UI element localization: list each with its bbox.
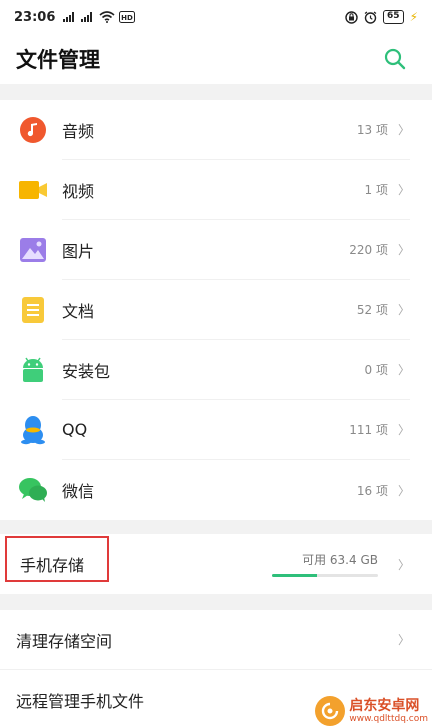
search-button[interactable]	[380, 44, 410, 74]
highlight-box	[5, 536, 109, 582]
status-right: 65 ⚡	[345, 10, 418, 24]
image-icon	[18, 235, 48, 265]
page-title: 文件管理	[16, 48, 100, 72]
category-label: 音频	[62, 121, 95, 141]
category-label: 微信	[62, 482, 95, 501]
alarm-icon	[364, 11, 377, 24]
storage-usage-bar	[271, 574, 378, 577]
category-count: 1 项	[364, 183, 388, 197]
hd-icon: HD	[119, 11, 136, 23]
storage-info: 可用 63.4 GB	[271, 551, 378, 577]
storage-free-text: 可用 63.4 GB	[302, 553, 378, 567]
chevron-right-icon: 〉	[397, 423, 410, 437]
category-wechat[interactable]: 微信 16 项 〉	[0, 460, 432, 520]
signal-indicators: HD	[63, 11, 136, 23]
category-list: 音频 13 项 〉 视频 1 项 〉 图片 220 项 〉 文档 52 项 〉 …	[0, 100, 432, 520]
category-qq[interactable]: QQ 111 项 〉	[0, 400, 432, 460]
signal-icon	[63, 12, 75, 22]
category-label: 视频	[62, 181, 95, 201]
category-video[interactable]: 视频 1 项 〉	[0, 160, 432, 220]
chevron-right-icon: 〉	[397, 363, 410, 377]
app-header: 文件管理	[0, 34, 432, 84]
category-count: 111 项	[349, 423, 388, 437]
wechat-icon	[18, 475, 48, 505]
watermark-logo-icon	[315, 696, 346, 726]
category-label: 图片	[62, 241, 95, 261]
chevron-right-icon: 〉	[397, 483, 410, 498]
clean-storage-row[interactable]: 清理存储空间 〉	[0, 610, 432, 670]
category-count: 13 项	[356, 123, 388, 137]
category-packages[interactable]: 安装包 0 项 〉	[0, 340, 432, 400]
watermark-title: 启东安卓网	[349, 697, 420, 714]
status-bar: 23:06 HD 65 ⚡	[0, 0, 432, 34]
watermark-url: www.qdlttdq.com	[349, 713, 428, 724]
svg-text:HD: HD	[122, 14, 134, 22]
category-audio[interactable]: 音频 13 项 〉	[0, 100, 432, 160]
phone-storage-label: 手机存储	[5, 536, 109, 582]
lock-rotation-icon	[345, 10, 358, 24]
qq-icon	[18, 415, 48, 445]
category-count: 16 项	[356, 483, 388, 498]
video-icon	[18, 175, 48, 205]
status-time: 23:06	[14, 9, 56, 25]
category-label: 文档	[62, 301, 95, 321]
document-icon	[18, 295, 48, 325]
category-documents[interactable]: 文档 52 项 〉	[0, 280, 432, 340]
search-icon	[384, 48, 406, 70]
chevron-right-icon: 〉	[397, 303, 410, 317]
music-icon	[18, 115, 48, 145]
battery-indicator: 65	[383, 10, 404, 24]
chevron-right-icon: 〉	[397, 557, 410, 572]
category-count: 220 项	[349, 243, 388, 257]
chevron-right-icon: 〉	[397, 243, 410, 257]
clean-storage-label: 清理存储空间	[16, 631, 113, 651]
category-count: 0 项	[364, 363, 388, 377]
site-watermark: 启东安卓网 www.qdlttdq.com	[315, 696, 428, 726]
category-label: 安装包	[62, 361, 111, 381]
chevron-right-icon: 〉	[397, 183, 410, 197]
storage-usage-fill	[271, 574, 317, 577]
category-label: QQ	[62, 420, 88, 439]
category-count: 52 项	[356, 303, 388, 317]
chevron-right-icon: 〉	[397, 633, 410, 647]
android-icon	[18, 355, 48, 385]
phone-storage-row[interactable]: 手机存储 可用 63.4 GB 〉	[0, 534, 432, 594]
signal-icon-2	[81, 12, 93, 22]
wifi-icon	[99, 11, 115, 23]
charging-icon: ⚡	[409, 10, 418, 24]
chevron-right-icon: 〉	[397, 123, 410, 137]
category-images[interactable]: 图片 220 项 〉	[0, 220, 432, 280]
